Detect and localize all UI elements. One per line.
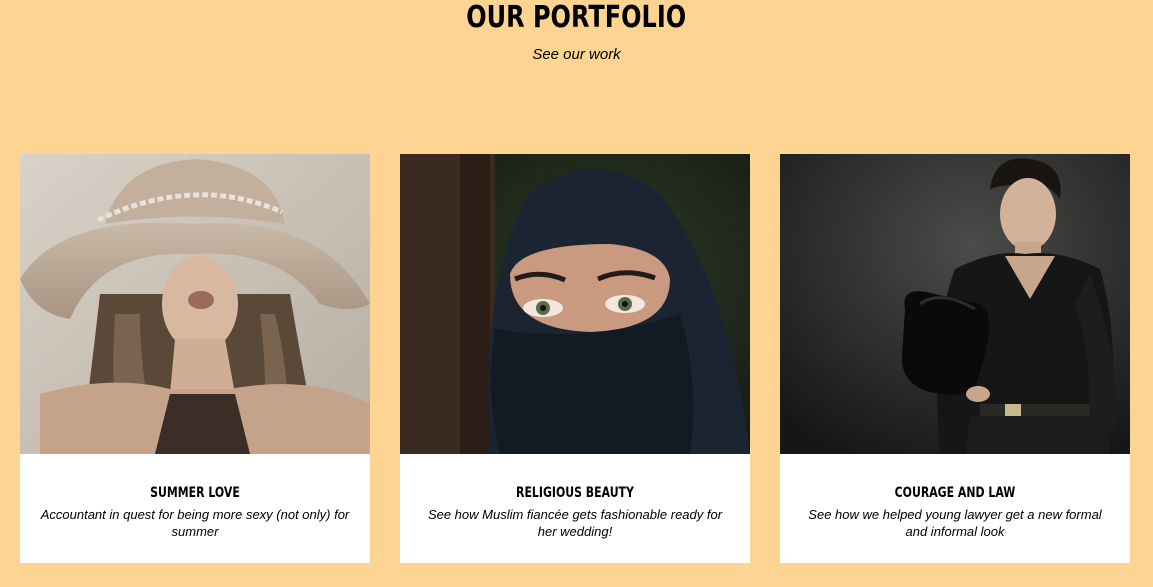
portfolio-card-summer-love[interactable]: SUMMER LOVE Accountant in quest for bein… <box>20 154 370 563</box>
portfolio-section: OUR PORTFOLIO See our work SUMMER LOVE A… <box>0 0 1153 587</box>
section-subtitle: See our work <box>532 46 621 63</box>
card-title: COURAGE AND LAW <box>894 485 1016 501</box>
section-title: OUR PORTFOLIO <box>466 0 687 35</box>
portfolio-card-courage-and-law[interactable]: COURAGE AND LAW See how we helped young … <box>780 154 1130 563</box>
woman-in-hat-photo[interactable] <box>20 154 370 454</box>
card-description: See how Muslim fiancée gets fashionable … <box>427 507 723 539</box>
card-description: Accountant in quest for being more sexy … <box>40 507 350 539</box>
woman-in-hijab-photo[interactable] <box>400 154 750 454</box>
card-title: RELIGIOUS BEAUTY <box>516 485 634 501</box>
portfolio-card-religious-beauty[interactable]: RELIGIOUS BEAUTY See how Muslim fiancée … <box>400 154 750 563</box>
card-title: SUMMER LOVE <box>150 485 240 501</box>
card-description: See how we helped young lawyer get a new… <box>808 507 1102 539</box>
man-with-bag-photo[interactable] <box>780 154 1130 454</box>
